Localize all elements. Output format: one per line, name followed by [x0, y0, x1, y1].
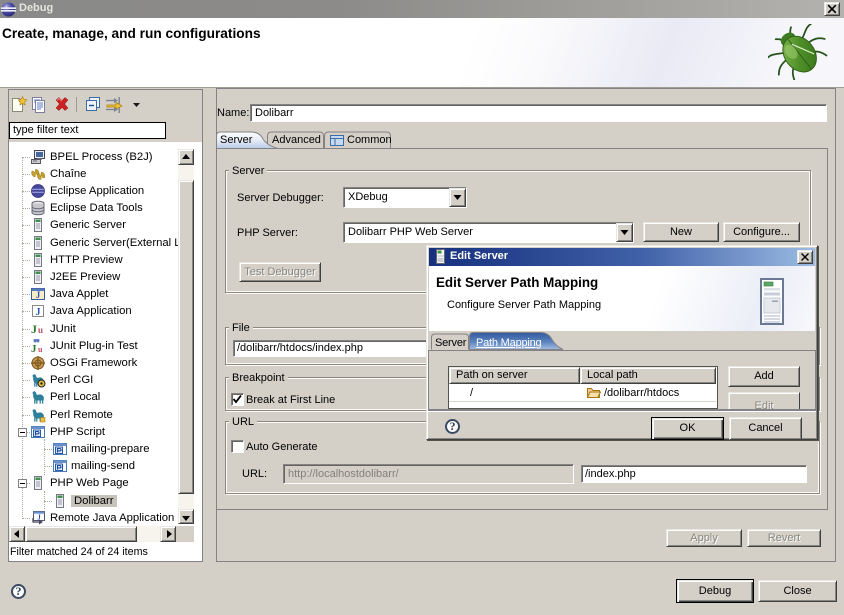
svg-text:J: J: [36, 290, 41, 300]
svg-text:u: u: [38, 325, 43, 335]
svg-text:u: u: [38, 345, 43, 354]
svg-text:J: J: [36, 307, 41, 318]
svg-text:J: J: [31, 343, 37, 354]
svg-text:J: J: [31, 322, 37, 336]
